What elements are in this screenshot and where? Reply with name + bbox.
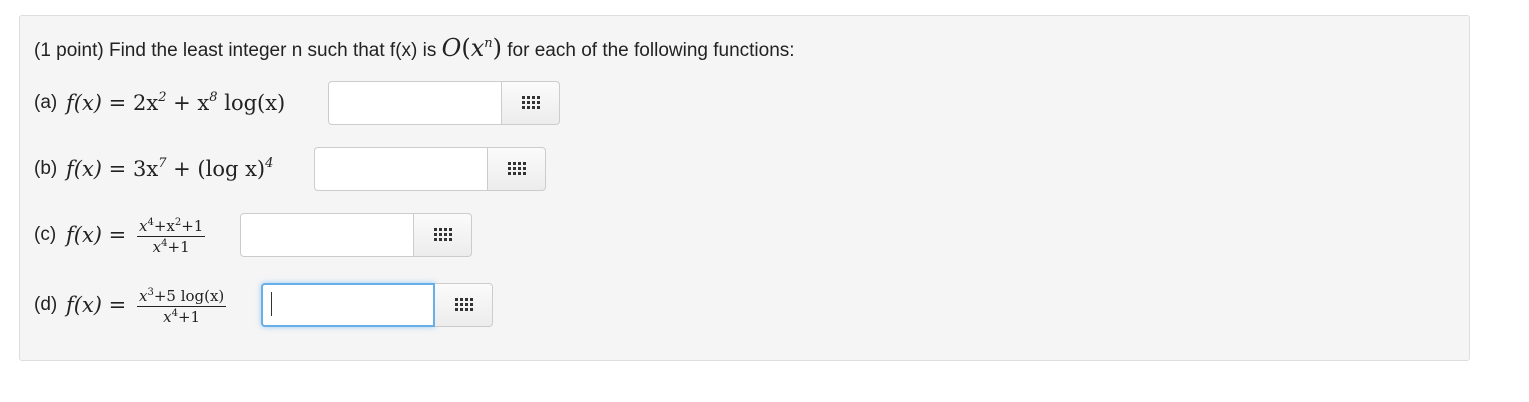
part-c-row: (c) f(x) = x4+x2+1 x4+1 xyxy=(0,213,1529,257)
problem-prompt: (1 point) Find the least integer n such … xyxy=(34,34,795,62)
fraction: x3+5 log(x) x4+1 xyxy=(136,287,227,326)
equation-palette-button-a[interactable] xyxy=(502,81,560,125)
grid-icon xyxy=(522,96,540,110)
part-a-formula: f(x) = 2x2 + x8 log(x) xyxy=(66,90,286,115)
equation-palette-button-b[interactable] xyxy=(488,147,546,191)
part-b-label: (b) xyxy=(34,158,58,179)
fraction: x4+x2+1 x4+1 xyxy=(136,217,206,256)
prompt-trail: for each of the following functions: xyxy=(507,40,795,61)
equation-palette-button-d[interactable] xyxy=(435,283,493,327)
part-d-row: (d) f(x) = x3+5 log(x) x4+1 xyxy=(0,283,1529,327)
answer-input-d-wrapper xyxy=(261,283,435,327)
grid-icon xyxy=(434,228,452,242)
prompt-lead: (1 point) Find the least integer n such … xyxy=(34,40,437,61)
part-d-formula: f(x) = x3+5 log(x) x4+1 xyxy=(66,287,227,326)
answer-input-a[interactable] xyxy=(328,81,502,125)
equation-palette-button-c[interactable] xyxy=(414,213,472,257)
big-o-notation: O(xn) xyxy=(441,34,502,62)
text-caret xyxy=(271,292,272,316)
part-c-label: (c) xyxy=(34,224,57,245)
answer-input-d[interactable] xyxy=(261,283,435,327)
grid-icon xyxy=(508,162,526,176)
part-a-label: (a) xyxy=(34,92,58,113)
part-c-formula: f(x) = x4+x2+1 x4+1 xyxy=(66,217,206,256)
part-a-row: (a) f(x) = 2x2 + x8 log(x) xyxy=(0,81,1529,125)
part-b-formula: f(x) = 3x7 + (log x)4 xyxy=(66,156,274,181)
part-b-row: (b) f(x) = 3x7 + (log x)4 xyxy=(0,147,1529,191)
part-d-label: (d) xyxy=(34,294,58,315)
grid-icon xyxy=(455,298,473,312)
answer-input-c[interactable] xyxy=(240,213,414,257)
answer-input-b[interactable] xyxy=(314,147,488,191)
